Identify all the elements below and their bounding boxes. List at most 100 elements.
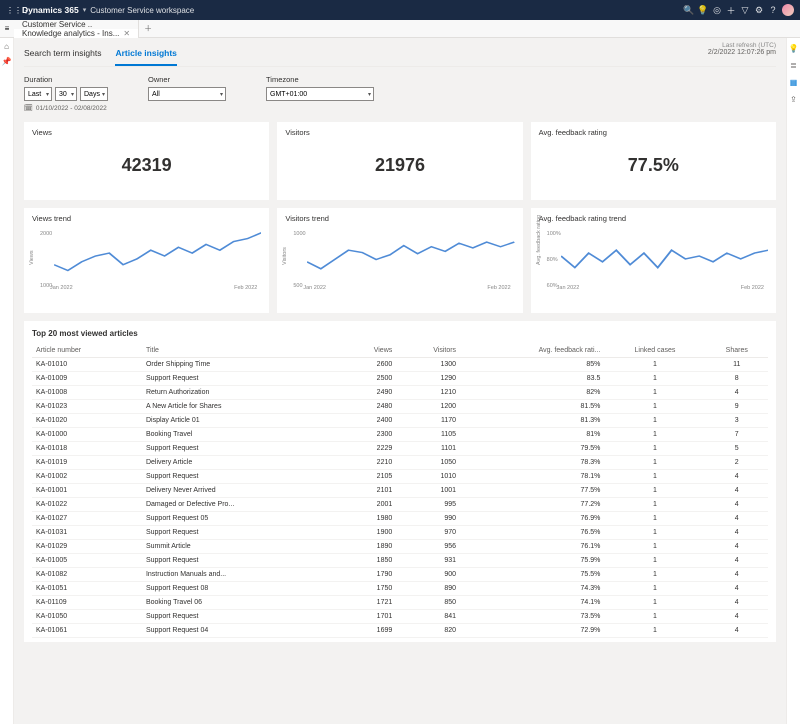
table-row[interactable]: KA-01000Booking Travel2300110581%17 — [32, 428, 768, 442]
hamburger-icon[interactable]: ≡ — [0, 20, 14, 37]
table-cell: 4 — [706, 470, 769, 484]
app-launcher-icon[interactable]: ⋮⋮⋮ — [6, 6, 16, 15]
table-cell: Support Request — [142, 554, 341, 568]
column-header[interactable]: Linked cases — [604, 344, 705, 358]
table-cell: 1 — [604, 358, 705, 372]
column-header[interactable]: Title — [142, 344, 341, 358]
table-cell: 2229 — [341, 442, 396, 456]
table-cell: 1900 — [341, 526, 396, 540]
table-cell: 1 — [604, 442, 705, 456]
table-cell: 2300 — [341, 428, 396, 442]
table-cell: 4 — [706, 386, 769, 400]
table-cell: Booking Travel 06 — [142, 596, 341, 610]
column-header[interactable]: Visitors — [396, 344, 460, 358]
table-cell: 1 — [604, 470, 705, 484]
duration-value-select[interactable]: 30 — [55, 87, 77, 101]
table-cell: Summit Article — [142, 540, 341, 554]
rating-trend-chart: Avg. feedback rating100%80%60%Jan 2022Fe… — [539, 227, 768, 303]
table-cell: KA-01050 — [32, 610, 142, 624]
main-content: Last refresh (UTC) 2/2/2022 12:07:26 pm … — [14, 38, 786, 724]
table-row[interactable]: KA-01082Instruction Manuals and...179090… — [32, 568, 768, 582]
timezone-select[interactable]: GMT+01:00 — [266, 87, 374, 101]
table-cell: 2210 — [341, 456, 396, 470]
table-cell: 77.2% — [460, 498, 604, 512]
table-row[interactable]: KA-01051Support Request 08175089074.3%14 — [32, 582, 768, 596]
chevron-down-icon[interactable]: ▾ — [83, 6, 87, 14]
timezone-label: Timezone — [266, 75, 374, 84]
table-cell: 841 — [396, 610, 460, 624]
column-header[interactable]: Avg. feedback rati... — [460, 344, 604, 358]
chart-ylabel: Avg. feedback rating — [536, 215, 542, 265]
table-cell: 81.5% — [460, 400, 604, 414]
table-row[interactable]: KA-01009Support Request2500129083.518 — [32, 372, 768, 386]
table-cell: 1 — [604, 400, 705, 414]
table-cell: Support Request — [142, 526, 341, 540]
share-icon[interactable]: ⇪ — [790, 95, 797, 104]
tab-article-insights[interactable]: Article insights — [115, 44, 176, 66]
table-cell: 85% — [460, 358, 604, 372]
duration-unit-select[interactable]: Days — [80, 87, 108, 101]
table-row[interactable]: KA-01061Support Request 04169982072.9%14 — [32, 624, 768, 638]
idea-icon[interactable]: 💡 — [789, 44, 799, 53]
table-row[interactable]: KA-01023A New Article for Shares24801200… — [32, 400, 768, 414]
kpi-rating-value: 77.5% — [539, 137, 768, 190]
table-cell: 1 — [604, 554, 705, 568]
list-icon[interactable]: ≣ — [790, 61, 797, 70]
table-cell: 1 — [604, 484, 705, 498]
date-range-text: 01/10/2022 - 02/08/2022 — [36, 105, 107, 112]
column-header[interactable]: Article number — [32, 344, 142, 358]
table-row[interactable]: KA-01001Delivery Never Arrived2101100177… — [32, 484, 768, 498]
grid-icon[interactable]: ▦ — [790, 78, 798, 87]
table-row[interactable]: KA-01027Support Request 05198099076.9%14 — [32, 512, 768, 526]
session-tab-0[interactable]: Customer Service .. — [14, 20, 139, 29]
table-row[interactable]: KA-01002Support Request2105101078.1%14 — [32, 470, 768, 484]
bulb-icon[interactable]: 💡 — [696, 5, 710, 16]
table-cell: 850 — [396, 596, 460, 610]
session-tabbar: ≡ Customer Service ..Knowledge analytics… — [0, 20, 800, 38]
session-tab-1[interactable]: Knowledge analytics - Ins...✕ — [14, 29, 139, 38]
views-trend-chart: Views20001000Jan 2022Feb 2022 — [32, 227, 261, 303]
pin-icon[interactable]: 📌 — [2, 57, 12, 66]
table-cell: 1750 — [341, 582, 396, 596]
close-icon[interactable]: ✕ — [123, 29, 130, 38]
table-row[interactable]: KA-01022Damaged or Defective Pro...20019… — [32, 498, 768, 512]
table-cell: 1 — [604, 610, 705, 624]
views-trend-card: Views trend Views20001000Jan 2022Feb 202… — [24, 208, 269, 313]
owner-select[interactable]: All — [148, 87, 226, 101]
table-row[interactable]: KA-01005Support Request185093175.9%14 — [32, 554, 768, 568]
filter-icon[interactable]: ▽ — [738, 5, 752, 16]
table-row[interactable]: KA-01109Booking Travel 06172185074.1%14 — [32, 596, 768, 610]
table-row[interactable]: KA-01018Support Request2229110179.5%15 — [32, 442, 768, 456]
search-icon[interactable]: 🔍 — [682, 5, 696, 16]
table-row[interactable]: KA-01031Support Request190097076.5%14 — [32, 526, 768, 540]
chart-xaxis: Jan 2022Feb 2022 — [539, 285, 768, 291]
table-cell: 2001 — [341, 498, 396, 512]
table-row[interactable]: KA-01020Display Article 012400117081.3%1… — [32, 414, 768, 428]
new-tab-button[interactable]: ＋ — [139, 20, 157, 37]
duration-mode-select[interactable]: Last — [24, 87, 52, 101]
table-cell: 83.5 — [460, 372, 604, 386]
column-header[interactable]: Views — [341, 344, 396, 358]
avatar[interactable] — [782, 4, 794, 16]
settings-icon[interactable]: ⚙ — [752, 5, 766, 16]
table-cell: Order Shipping Time — [142, 358, 341, 372]
table-row[interactable]: KA-01019Delivery Article2210105078.3%12 — [32, 456, 768, 470]
last-refresh: Last refresh (UTC) 2/2/2022 12:07:26 pm — [708, 42, 776, 56]
table-cell: 2500 — [341, 372, 396, 386]
table-cell: 1 — [604, 386, 705, 400]
add-icon[interactable]: ＋ — [724, 4, 738, 17]
table-row[interactable]: KA-01029Summit Article189095676.1%14 — [32, 540, 768, 554]
table-row[interactable]: KA-01050Support Request170184173.5%14 — [32, 610, 768, 624]
target-icon[interactable]: ◎ — [710, 5, 724, 16]
column-header[interactable]: Shares — [706, 344, 769, 358]
tab-search-term-insights[interactable]: Search term insights — [24, 44, 101, 66]
table-cell: KA-01022 — [32, 498, 142, 512]
help-icon[interactable]: ? — [766, 5, 780, 15]
table-cell: 76.9% — [460, 512, 604, 526]
home-icon[interactable]: ⌂ — [4, 42, 9, 51]
table-row[interactable]: KA-01008Return Authorization2490121082%1… — [32, 386, 768, 400]
table-cell: 73.5% — [460, 610, 604, 624]
table-row[interactable]: KA-01010Order Shipping Time2600130085%11… — [32, 358, 768, 372]
table-cell: KA-01008 — [32, 386, 142, 400]
table-cell: 970 — [396, 526, 460, 540]
